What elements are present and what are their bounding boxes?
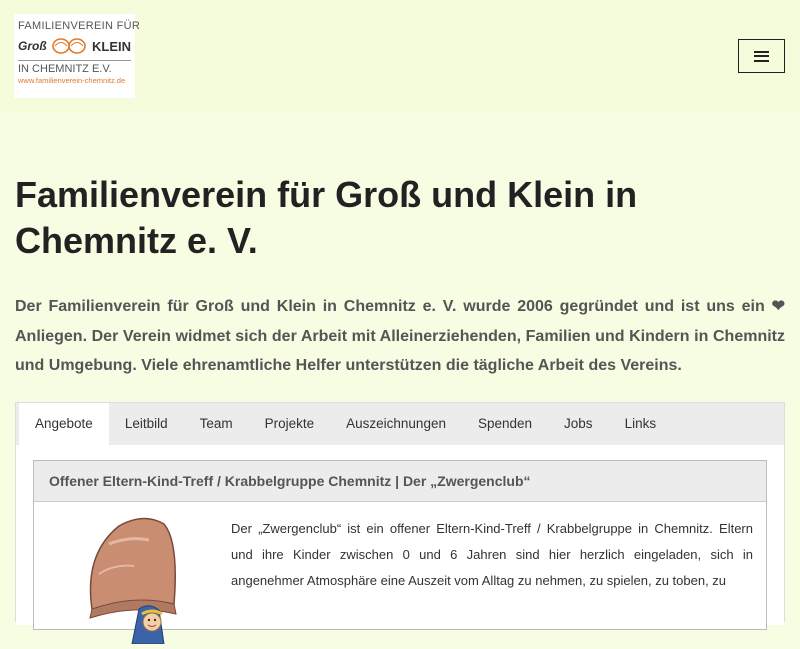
site-header: FAMILIENVEREIN FÜR Groß KLEIN IN CHEMNIT… [0,0,800,112]
offer-card-title[interactable]: Offener Eltern-Kind-Treff / Krabbelgrupp… [34,461,766,502]
site-logo[interactable]: FAMILIENVEREIN FÜR Groß KLEIN IN CHEMNIT… [14,14,141,98]
logo-gross: Groß [18,39,47,53]
tab-auszeichnungen[interactable]: Auszeichnungen [330,403,462,445]
tab-jobs[interactable]: Jobs [548,403,609,445]
logo-text-line2: Groß KLEIN [18,36,131,56]
logo-text-line3: IN CHEMNITZ E.V. [18,60,131,75]
logo-text-line1: FAMILIENVEREIN FÜR [18,20,141,32]
menu-toggle-button[interactable] [738,39,785,73]
offer-card: Offener Eltern-Kind-Treff / Krabbelgrupp… [33,460,767,645]
hamburger-menu-icon [754,50,769,62]
shell-icon [52,38,87,54]
tab-list: Angebote Leitbild Team Projekte Auszeich… [16,403,784,445]
offer-card-body: Der „Zwergenclub“ ist ein offener Eltern… [34,502,766,645]
tab-content-angebote: Offener Eltern-Kind-Treff / Krabbelgrupp… [16,445,784,645]
offer-card-text: Der „Zwergenclub“ ist ein offener Eltern… [231,521,753,588]
tabs-panel: Angebote Leitbild Team Projekte Auszeich… [15,402,785,645]
logo-klein: KLEIN [91,38,131,54]
page-title: Familienverein für Groß und Klein in Che… [15,174,638,261]
logo-url: www.familienverein-chemnitz.de [18,76,126,85]
tab-team[interactable]: Team [184,403,249,445]
intro-text: Der Familienverein für Groß und Klein in… [15,298,785,374]
tab-links[interactable]: Links [609,403,673,445]
tab-spenden[interactable]: Spenden [462,403,548,445]
tab-leitbild[interactable]: Leitbild [109,403,184,445]
tab-projekte[interactable]: Projekte [249,403,331,445]
tab-angebote[interactable]: Angebote [19,403,109,445]
gnome-illustration [54,514,204,645]
